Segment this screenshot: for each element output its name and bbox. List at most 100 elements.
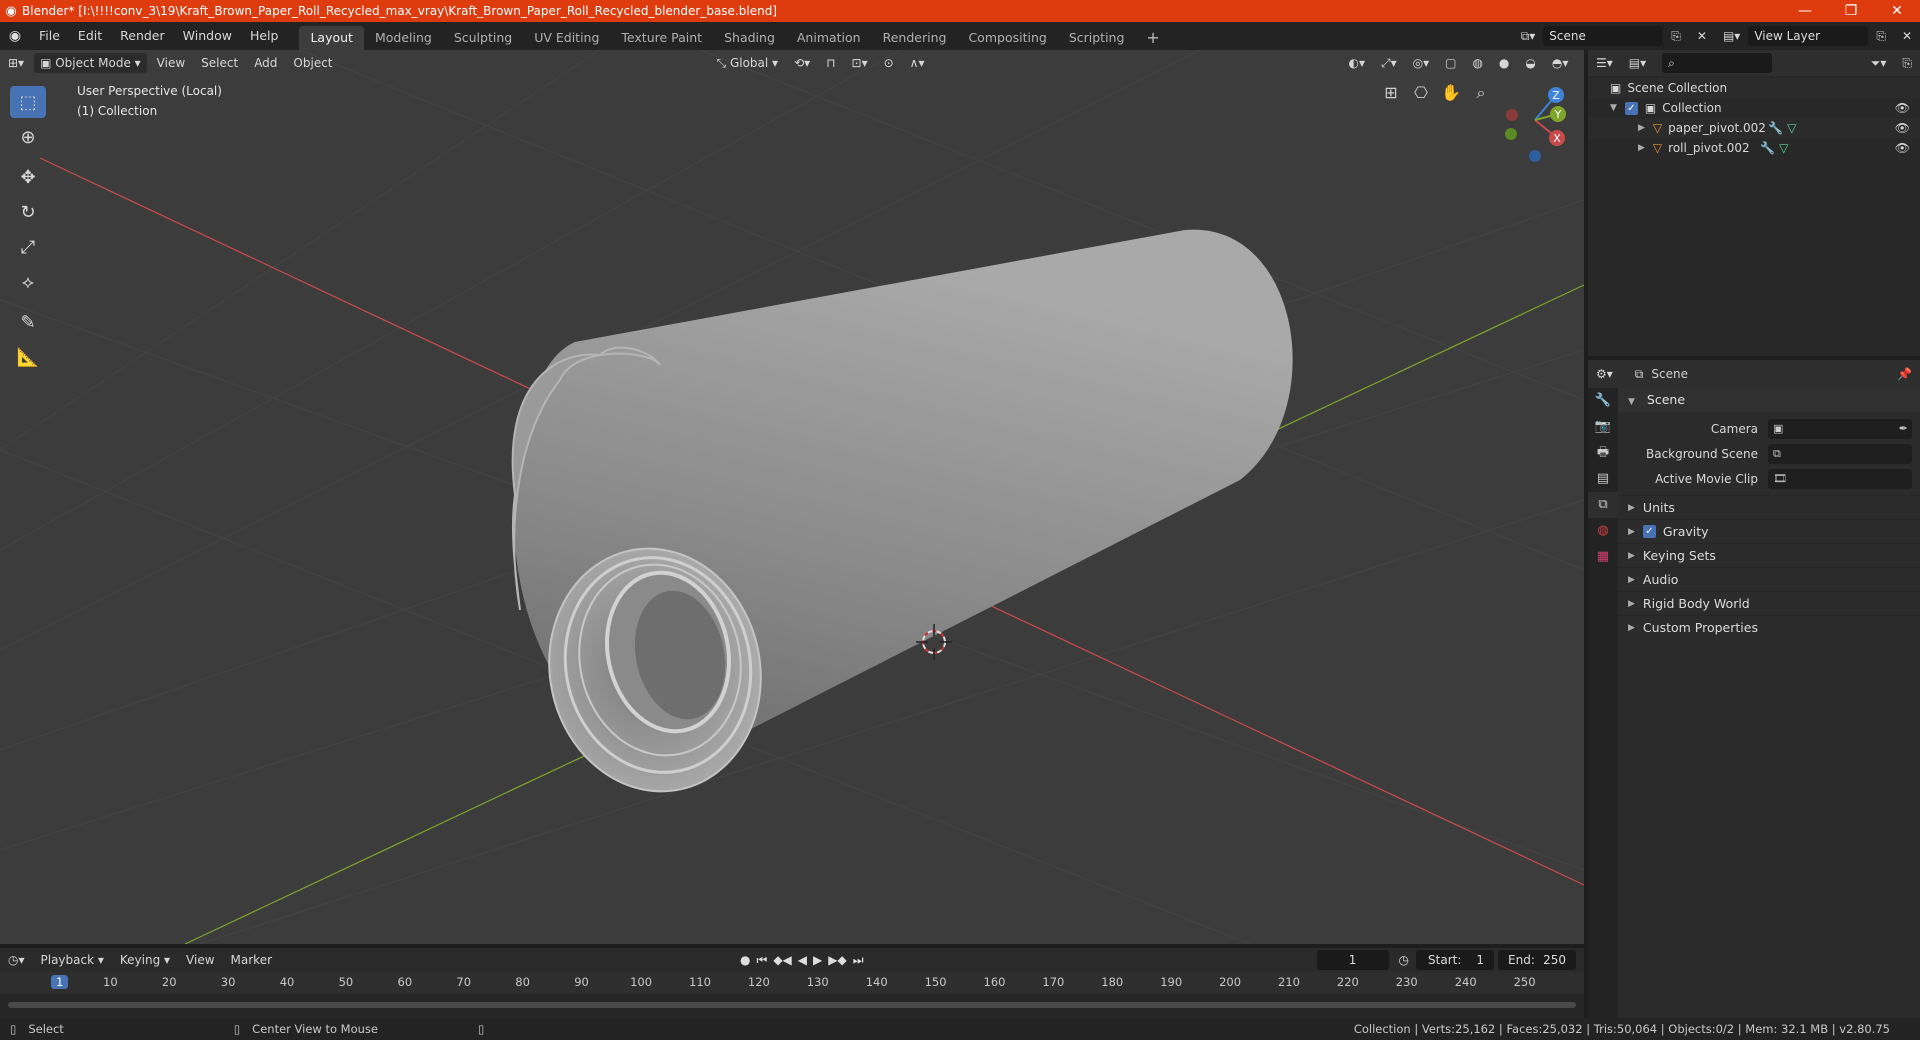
- collection-visibility-eye-icon[interactable]: 👁: [1895, 101, 1910, 115]
- end-frame-field[interactable]: End: 250: [1498, 950, 1577, 970]
- minimize-button[interactable]: —: [1782, 3, 1828, 19]
- playback-menu[interactable]: Playback ▾: [35, 950, 110, 970]
- tab-layout[interactable]: Layout: [299, 26, 364, 50]
- visibility-icon[interactable]: ◐▾: [1342, 53, 1371, 73]
- render-tab-icon[interactable]: 📷: [1588, 414, 1618, 440]
- menu-help[interactable]: Help: [241, 22, 288, 50]
- audio-panel[interactable]: ▶ Audio: [1618, 567, 1920, 591]
- next-keyframe-icon[interactable]: ▶◆: [828, 953, 846, 967]
- outliner-item-roll-pivot[interactable]: ▶ ▽ roll_pivot.002 🔧 ▽ 👁: [1588, 138, 1920, 158]
- expand-gravity-icon[interactable]: ▶: [1628, 520, 1635, 544]
- rotate-tool-icon[interactable]: ↻: [10, 196, 46, 228]
- overlay-toggle-icon[interactable]: ◎▾: [1407, 53, 1436, 73]
- auto-keying-clock-icon[interactable]: ◷: [1399, 953, 1409, 967]
- collapse-panel-icon[interactable]: ▼: [1628, 397, 1635, 407]
- add-workspace-button[interactable]: +: [1135, 26, 1170, 50]
- maximize-button[interactable]: ❐: [1828, 3, 1874, 19]
- prev-keyframe-icon[interactable]: ◆◀: [773, 953, 791, 967]
- snap-target-icon[interactable]: ⊡▾: [846, 53, 874, 73]
- rigid-body-world-panel[interactable]: ▶ Rigid Body World: [1618, 591, 1920, 615]
- scene-tab-icon[interactable]: ⧉: [1588, 492, 1618, 518]
- modifier-wrench-icon[interactable]: 🔧: [1768, 121, 1783, 135]
- filter-icon[interactable]: ⏷▾: [1865, 53, 1893, 73]
- tab-texture-paint[interactable]: Texture Paint: [610, 26, 713, 50]
- zoom-icon[interactable]: ⌕: [1470, 82, 1492, 104]
- material-shading-icon[interactable]: ◒: [1519, 53, 1541, 73]
- snap-icon[interactable]: ⊓: [820, 53, 841, 73]
- texture-tab-icon[interactable]: ▦: [1588, 544, 1618, 570]
- tab-sculpting[interactable]: Sculpting: [443, 26, 523, 50]
- custom-properties-panel[interactable]: ▶ Custom Properties: [1618, 615, 1920, 639]
- outliner-search-input[interactable]: ⌕: [1662, 53, 1773, 73]
- close-button[interactable]: ✕: [1874, 3, 1920, 19]
- expand-object-icon[interactable]: ▶: [1638, 123, 1645, 133]
- scale-tool-icon[interactable]: ⤢: [10, 231, 46, 263]
- record-icon[interactable]: ●: [740, 953, 750, 967]
- 3d-viewport[interactable]: Z X Y ⊞▾ ▣ Object Mode ▾ View Select Add…: [0, 50, 1584, 944]
- collection-checkbox[interactable]: ✓: [1624, 101, 1638, 115]
- wireframe-shading-icon[interactable]: ◍: [1466, 53, 1488, 73]
- expand-custom-properties-icon[interactable]: ▶: [1628, 616, 1635, 640]
- transform-tool-icon[interactable]: ⟡: [10, 266, 46, 298]
- tool-tab-icon[interactable]: 🔧: [1588, 388, 1618, 414]
- timeline-view-menu[interactable]: View: [180, 950, 220, 970]
- pivot-point-icon[interactable]: ⟲▾: [788, 53, 816, 73]
- transform-orientation-dropdown[interactable]: ⤡ Global ▾: [711, 53, 785, 73]
- current-frame-marker[interactable]: 1: [51, 975, 69, 989]
- tab-shading[interactable]: Shading: [713, 26, 786, 50]
- tab-rendering[interactable]: Rendering: [872, 26, 958, 50]
- tab-compositing[interactable]: Compositing: [957, 26, 1057, 50]
- new-scene-icon[interactable]: ⎘: [1665, 26, 1687, 46]
- delete-scene-icon[interactable]: ✕: [1691, 26, 1713, 46]
- scene-name-field[interactable]: Scene: [1543, 26, 1664, 46]
- scene-browse-icon[interactable]: ⧉▾: [1515, 26, 1542, 46]
- camera-view-icon[interactable]: ⎔: [1410, 82, 1432, 104]
- annotate-tool-icon[interactable]: ✎: [10, 306, 46, 338]
- blender-menu-icon[interactable]: ◉: [0, 28, 30, 44]
- marker-menu[interactable]: Marker: [225, 950, 278, 970]
- cursor-tool-icon[interactable]: ⊕: [10, 121, 46, 153]
- expand-units-icon[interactable]: ▶: [1628, 496, 1635, 520]
- gizmo-toggle-icon[interactable]: ⤢▾: [1375, 53, 1403, 73]
- proportional-edit-icon[interactable]: ⊙: [878, 53, 900, 73]
- view-layer-field[interactable]: View Layer: [1748, 26, 1869, 46]
- background-scene-field[interactable]: ⧉: [1768, 443, 1912, 464]
- timeline-ruler[interactable]: 1 10 20 30 40 50 60 70 80 90 100 110 120 130 140 150 160…: [0, 972, 1584, 994]
- tab-animation[interactable]: Animation: [786, 26, 872, 50]
- object-visibility-eye-icon[interactable]: 👁: [1895, 141, 1910, 155]
- menu-edit[interactable]: Edit: [69, 22, 111, 50]
- measure-tool-icon[interactable]: 📐: [10, 341, 46, 373]
- viewport-menu-select[interactable]: Select: [195, 53, 244, 73]
- falloff-icon[interactable]: ∧▾: [904, 53, 931, 73]
- viewport-menu-add[interactable]: Add: [248, 53, 283, 73]
- timeline-editor-type-icon[interactable]: ◷▾: [2, 950, 31, 970]
- view-layer-browse-icon[interactable]: ▤▾: [1717, 26, 1746, 46]
- pan-hand-icon[interactable]: ✋: [1440, 82, 1462, 104]
- viewport-menu-object[interactable]: Object: [287, 53, 338, 73]
- mesh-data-icon[interactable]: ▽: [1787, 121, 1796, 135]
- keying-menu[interactable]: Keying ▾: [114, 950, 176, 970]
- viewport-menu-view[interactable]: View: [151, 53, 191, 73]
- menu-window[interactable]: Window: [174, 22, 241, 50]
- expand-audio-icon[interactable]: ▶: [1628, 568, 1635, 592]
- solid-shading-icon[interactable]: ●: [1493, 53, 1515, 73]
- gravity-panel[interactable]: ▶ ✓ Gravity: [1618, 519, 1920, 543]
- mesh-data-icon[interactable]: ▽: [1779, 141, 1788, 155]
- world-tab-icon[interactable]: ◍: [1588, 518, 1618, 544]
- expand-collection-icon[interactable]: ▼: [1610, 103, 1617, 113]
- keying-sets-panel[interactable]: ▶ Keying Sets: [1618, 543, 1920, 567]
- jump-end-icon[interactable]: ⏭: [853, 953, 864, 968]
- jump-start-icon[interactable]: ⏮: [757, 953, 768, 968]
- navigation-gizmo[interactable]: Z X Y: [1505, 87, 1566, 162]
- new-collection-icon[interactable]: ⎘: [1896, 53, 1918, 73]
- object-visibility-eye-icon[interactable]: 👁: [1895, 121, 1910, 135]
- display-mode-icon[interactable]: ▤▾: [1623, 53, 1652, 73]
- timeline-scrollbar[interactable]: [8, 1002, 1576, 1008]
- active-movie-clip-field[interactable]: 🎞: [1768, 468, 1912, 489]
- properties-editor-type-icon[interactable]: ⚙▾: [1590, 364, 1619, 384]
- xray-icon[interactable]: ▢: [1439, 53, 1462, 73]
- tab-scripting[interactable]: Scripting: [1058, 26, 1136, 50]
- play-reverse-icon[interactable]: ◀: [798, 953, 807, 967]
- select-box-tool-icon[interactable]: ⬚: [10, 86, 46, 118]
- rendered-shading-icon[interactable]: ◓▾: [1546, 53, 1575, 73]
